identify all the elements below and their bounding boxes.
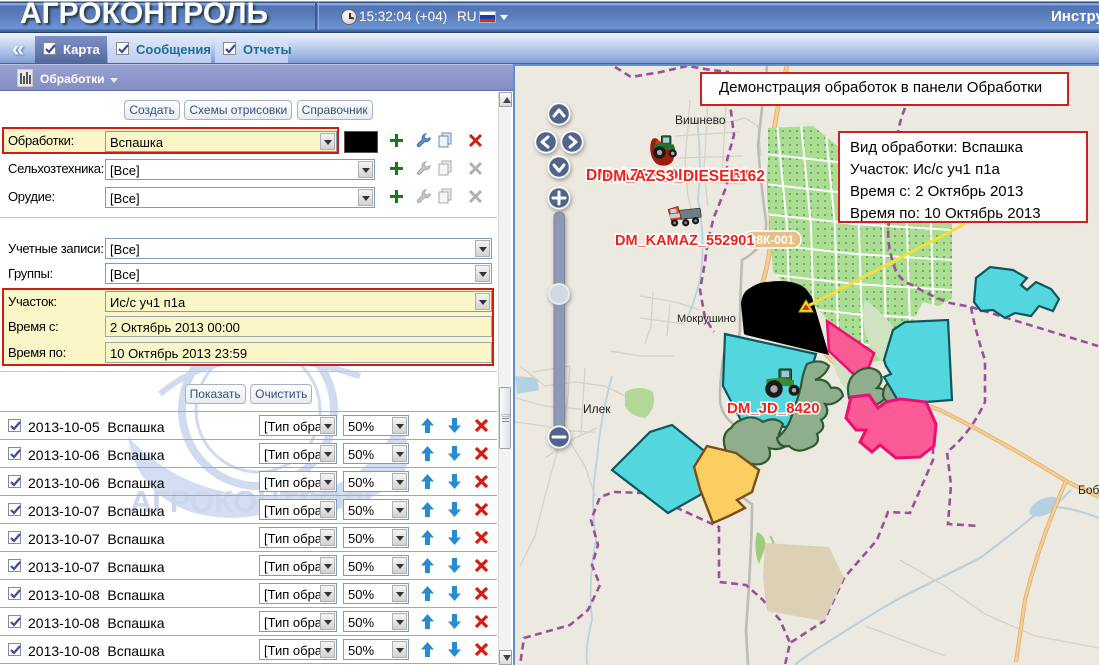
svg-text:Илек: Илек [583,402,611,416]
svg-text:Мокрушино: Мокрушино [677,313,736,325]
svg-text:Бобр: Бобр [1078,483,1099,497]
svg-text:Вишнево: Вишнево [675,113,726,127]
svg-text:DM_JD_8420: DM_JD_8420 [727,400,820,417]
svg-text:DM_AZS3_DIESEL162: DM_AZS3_DIESEL162 [602,168,765,185]
svg-text:DM_KAMAZ_552901: DM_KAMAZ_552901 [615,233,754,249]
svg-text:38К-001: 38К-001 [750,233,795,247]
